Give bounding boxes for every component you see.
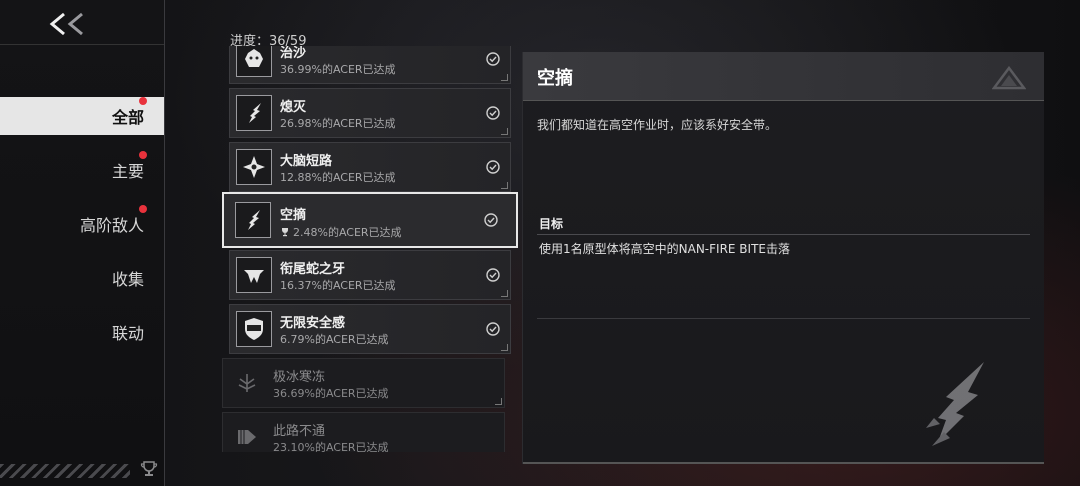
goal-divider	[537, 234, 1030, 235]
dragon-claw-icon	[235, 202, 271, 238]
corner-mark	[501, 182, 508, 189]
decorative-hatch	[0, 464, 130, 478]
goal-label: 目标	[539, 217, 564, 231]
check-circle-icon	[486, 268, 500, 282]
achievement-item[interactable]: 大脑短路 12.88%的ACER已达成	[229, 142, 511, 192]
check-circle-icon	[484, 213, 498, 227]
nav-item-label: 联动	[111, 324, 144, 343]
nav-item-label: 主要	[111, 162, 144, 181]
ice-crystal-icon	[229, 365, 265, 401]
achievement-name: 无限安全感	[280, 316, 346, 331]
achievement-name: 衔尾蛇之牙	[280, 262, 346, 277]
dragon-claw-icon	[236, 95, 272, 131]
achievement-name: 熄灭	[280, 100, 307, 115]
achievement-list[interactable]: 治沙 36.99%的ACER已达成 熄灭 26.98%的ACER已达成 大脑短路…	[222, 46, 518, 452]
sidebar: 全部 主要 高阶敌人 收集 联动	[0, 0, 165, 486]
goal-text: 使用1名原型体将高空中的NAN-FIRE BITE击落	[539, 242, 790, 256]
achievement-item-selected[interactable]: 空摘 2.48%的ACER已达成	[222, 192, 518, 248]
fang-icon	[236, 257, 272, 293]
achievement-name: 空摘	[280, 208, 307, 223]
achievement-name: 极冰寒冻	[273, 370, 326, 385]
detail-header: 空摘	[523, 52, 1044, 101]
achievement-rate: 23.10%的ACER已达成	[273, 441, 389, 452]
shuriken-icon	[236, 149, 272, 185]
achievement-item[interactable]: 无限安全感 6.79%的ACER已达成	[229, 304, 511, 354]
nav-item-label: 收集	[111, 270, 144, 289]
nav-item-label: 全部	[111, 108, 144, 127]
back-button[interactable]	[44, 8, 92, 40]
dragon-claw-icon	[926, 362, 984, 446]
check-circle-icon	[486, 160, 500, 174]
nav-item-label: 高阶敌人	[79, 216, 144, 235]
achievement-rate: 26.98%的ACER已达成	[280, 117, 396, 130]
trophy-icon	[140, 461, 158, 476]
achievement-item[interactable]: 治沙 36.99%的ACER已达成	[229, 46, 511, 84]
nav-badge-dot	[139, 97, 147, 105]
corner-mark	[501, 128, 508, 135]
achievement-name: 此路不通	[273, 424, 326, 439]
beast-head-icon	[236, 46, 272, 77]
nav-item-collab[interactable]: 联动	[0, 313, 164, 351]
achievement-rate-text: 2.48%的ACER已达成	[293, 226, 402, 239]
detail-bottom-border	[523, 462, 1044, 464]
check-circle-icon	[486, 52, 500, 66]
check-circle-icon	[486, 106, 500, 120]
double-chevron-left-icon	[49, 12, 83, 36]
achievement-rate: 36.99%的ACER已达成	[280, 63, 396, 76]
check-circle-icon	[486, 322, 500, 336]
goal-divider-bottom	[537, 318, 1030, 319]
corner-mark	[501, 344, 508, 351]
achievement-name: 治沙	[280, 46, 307, 61]
achievement-rate: 16.37%的ACER已达成	[280, 279, 396, 292]
drill-icon	[229, 419, 265, 452]
achievement-item[interactable]: 熄灭 26.98%的ACER已达成	[229, 88, 511, 138]
sidebar-divider	[0, 44, 164, 45]
achievement-name: 大脑短路	[280, 154, 333, 169]
achievement-detail-panel: 空摘 我们都知道在高空作业时，应该系好安全带。 目标 使用1名原型体将高空中的N…	[522, 52, 1044, 464]
trophy-icon	[282, 228, 288, 237]
corner-mark	[501, 290, 508, 297]
nav-badge-dot	[139, 205, 147, 213]
achievement-rate: 2.48%的ACER已达成	[280, 224, 402, 240]
achievement-item[interactable]: 衔尾蛇之牙 16.37%的ACER已达成	[229, 250, 511, 300]
achievement-item-locked[interactable]: 此路不通 23.10%的ACER已达成	[222, 412, 505, 452]
corner-mark	[495, 398, 502, 405]
detail-description: 我们都知道在高空作业时，应该系好安全带。	[537, 118, 778, 132]
achievement-rate: 12.88%的ACER已达成	[280, 171, 396, 184]
nav-item-collection[interactable]: 收集	[0, 259, 164, 297]
achievement-rate: 36.69%的ACER已达成	[273, 387, 389, 400]
nav-badge-dot	[139, 151, 147, 159]
achievement-rate: 6.79%的ACER已达成	[280, 333, 389, 346]
detail-title: 空摘	[537, 68, 573, 89]
shield-1000-icon	[236, 311, 272, 347]
triangle-logo-icon	[992, 66, 1026, 90]
corner-mark	[501, 74, 508, 81]
achievement-item-locked[interactable]: 极冰寒冻 36.69%的ACER已达成	[222, 358, 505, 408]
